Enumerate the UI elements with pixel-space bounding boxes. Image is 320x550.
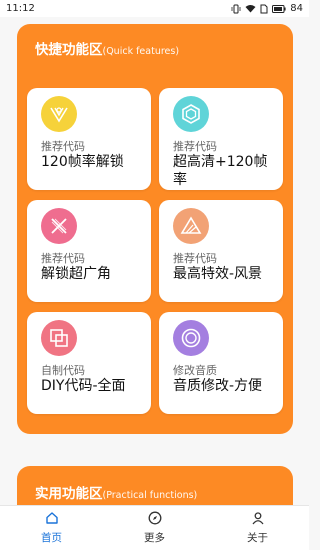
nav-home[interactable]: 首页 (0, 506, 103, 550)
practical-functions-subtitle: (Practical functions) (102, 490, 198, 501)
battery-icon (272, 4, 286, 13)
practical-functions-title-text: 实用功能区 (35, 486, 103, 502)
overlap-squares-icon (41, 320, 77, 356)
nav-about-label: 关于 (247, 532, 268, 544)
triangle-icon (173, 208, 209, 244)
feature-card-120fps-unlock[interactable]: 推荐代码 120帧率解锁 (27, 88, 151, 190)
nav-more[interactable]: 更多 (103, 506, 206, 550)
feature-card-sound-quality[interactable]: 修改音质 音质修改-方便 (159, 312, 283, 414)
card-title: 120帧率解锁 (41, 154, 124, 170)
card-tag: 修改音质 (173, 364, 217, 377)
vibrate-icon (231, 4, 241, 14)
pubg-logo-icon (41, 96, 77, 132)
wifi-icon (245, 4, 256, 13)
feature-card-max-effects[interactable]: 推荐代码 最高特效-风景 (159, 200, 283, 302)
crossed-tools-icon (41, 208, 77, 244)
home-icon (45, 511, 59, 528)
feature-card-diy-code[interactable]: 自制代码 DIY代码-全面 (27, 312, 151, 414)
card-tag: 推荐代码 (173, 140, 217, 153)
battery-level: 84 (290, 3, 303, 14)
sound-waves-icon (173, 320, 209, 356)
card-title: 超高清+120帧率 (173, 154, 268, 188)
card-tag: 推荐代码 (41, 140, 85, 153)
quick-features-panel: 快捷功能区(Quick features) 推荐代码 120帧率解锁 推荐代码 … (17, 24, 293, 434)
compass-icon (148, 511, 162, 528)
card-title: 解锁超广角 (41, 266, 111, 282)
card-title: DIY代码-全面 (41, 378, 126, 394)
bottom-navigation: 首页 更多 关于 (0, 505, 309, 550)
quick-features-title: 快捷功能区(Quick features) (35, 38, 179, 58)
card-title: 音质修改-方便 (173, 378, 263, 394)
status-indicators: 84 (231, 3, 303, 14)
nav-about[interactable]: 关于 (206, 506, 309, 550)
nav-home-label: 首页 (41, 532, 62, 544)
feature-card-wide-angle[interactable]: 推荐代码 解锁超广角 (27, 200, 151, 302)
card-tag: 推荐代码 (173, 252, 217, 265)
status-bar: 11:12 84 (0, 0, 309, 17)
status-time: 11:12 (6, 3, 35, 14)
practical-functions-title: 实用功能区(Practical functions) (35, 482, 197, 502)
nav-more-label: 更多 (144, 532, 165, 544)
card-tag: 自制代码 (41, 364, 85, 377)
quick-features-title-text: 快捷功能区 (35, 42, 103, 58)
hexagon-icon (173, 96, 209, 132)
user-icon (251, 511, 265, 528)
quick-features-subtitle: (Quick features) (102, 46, 180, 57)
card-title: 最高特效-风景 (173, 266, 263, 282)
sim-icon (260, 4, 268, 14)
feature-card-uhd-120fps[interactable]: 推荐代码 超高清+120帧率 (159, 88, 283, 190)
card-tag: 推荐代码 (41, 252, 85, 265)
